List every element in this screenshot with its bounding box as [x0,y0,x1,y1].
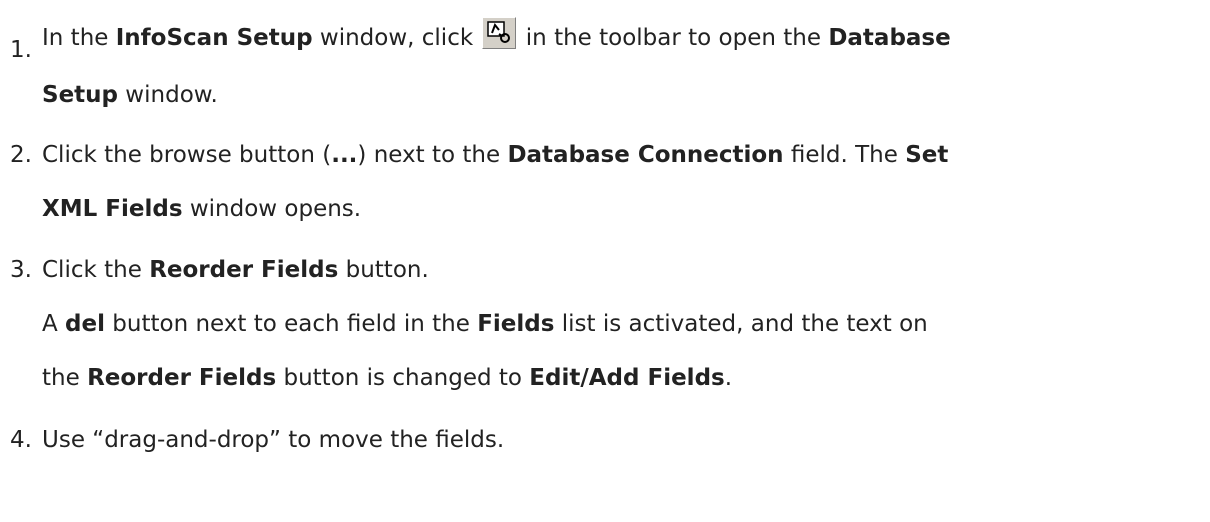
step-number: 4. [10,427,32,453]
step-1-continued: Setup window. [42,82,218,108]
step-3: 3. Click the Reorder Fields button. [10,240,1200,300]
database-setup-icon [482,17,517,49]
step-number: 2. [10,142,32,168]
window-name: InfoScan Setup [115,25,313,51]
step-2-continued: XML Fields window opens. [42,196,362,222]
step-1: 1. In the InfoScan Setup window, click in… [10,8,1200,68]
step-3-note: A del button next to each field in the F… [42,311,928,337]
step-4: 4. Use “drag-and-drop” to move the fields… [10,410,1200,470]
step-number: 3. [10,257,32,283]
step-2: 2. Click the browse button (...) next to … [10,125,1200,185]
step-3-note-continued: the Reorder Fields button is changed to … [42,365,733,391]
